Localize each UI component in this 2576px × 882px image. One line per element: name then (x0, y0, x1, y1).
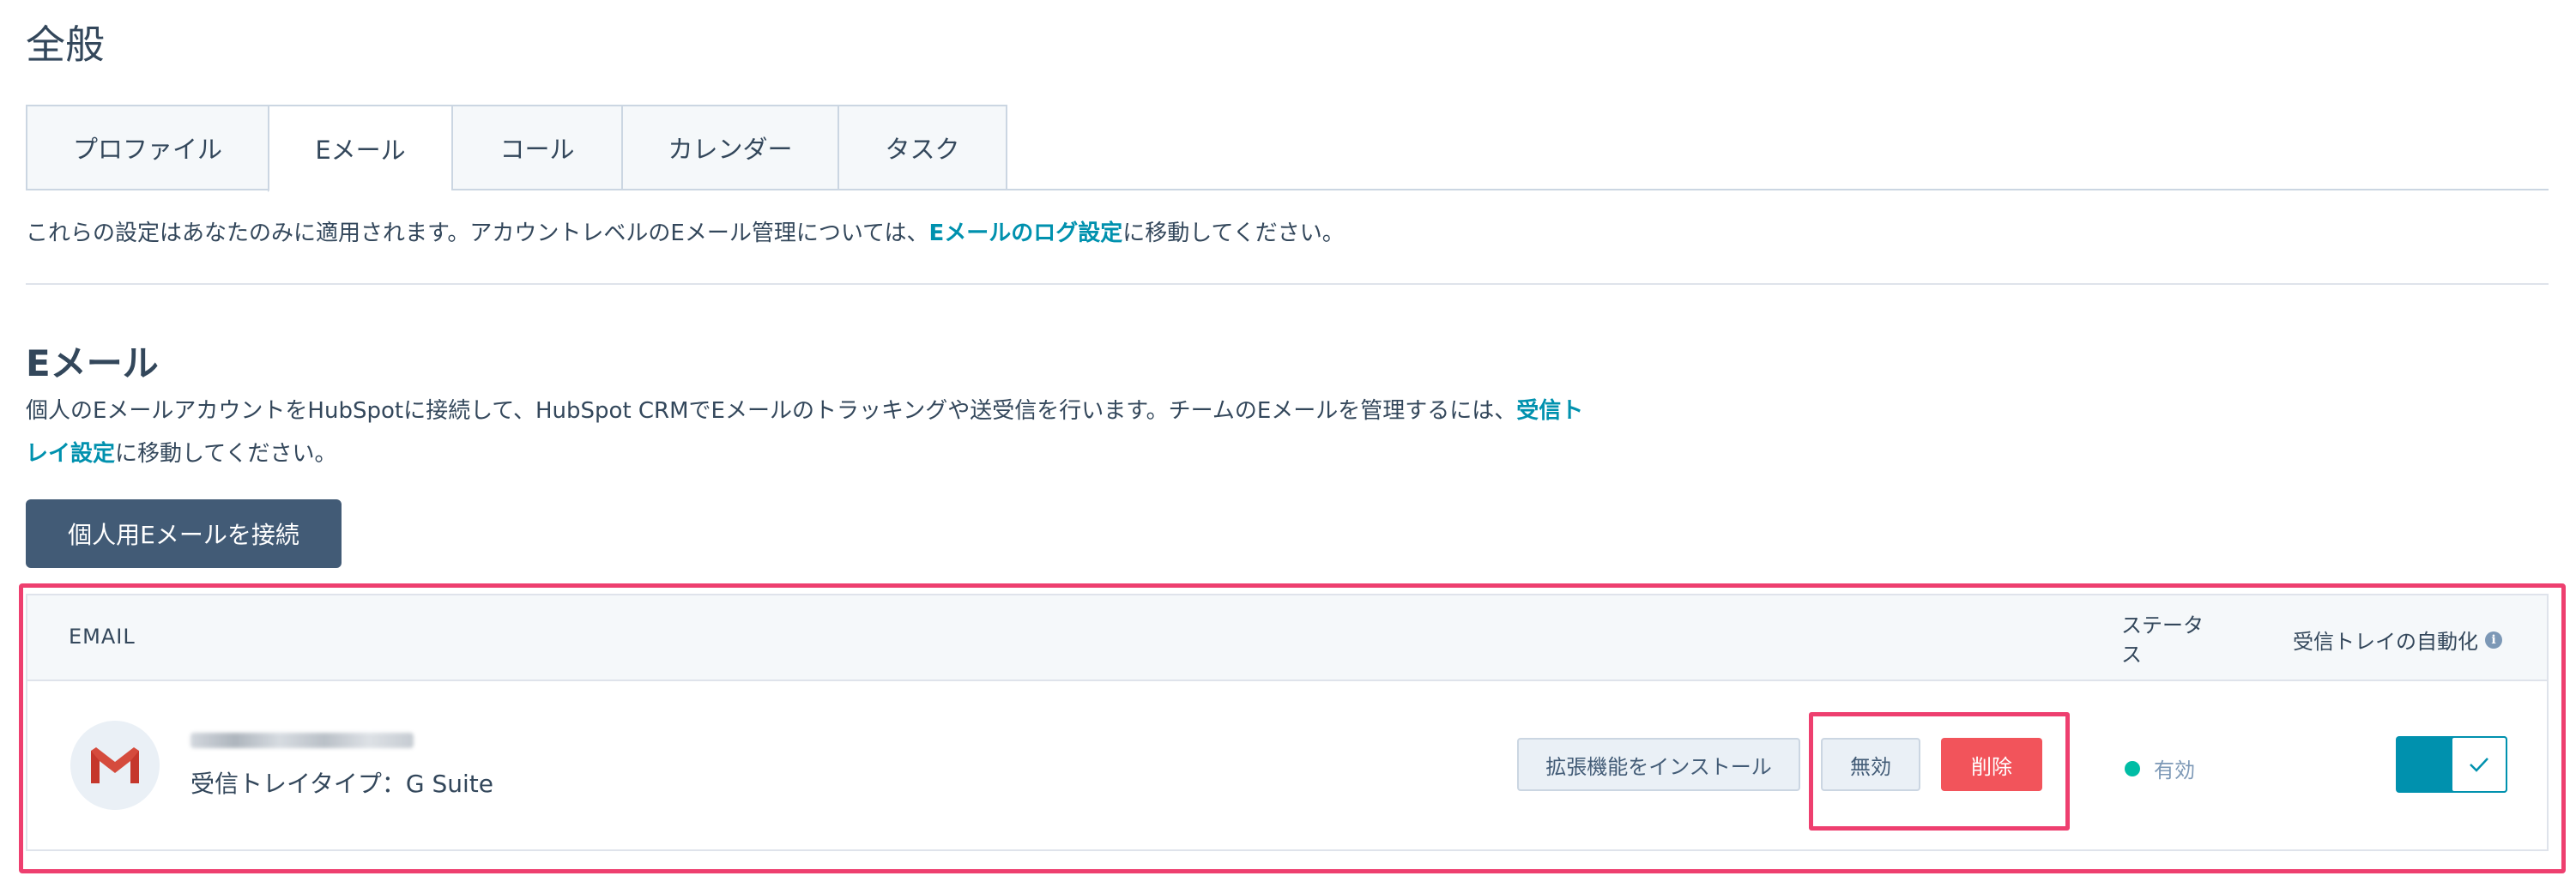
page-title: 全般 (26, 21, 105, 68)
email-address-blurred (190, 733, 414, 748)
section-divider (26, 283, 2549, 285)
column-header-automation: 受信トレイの自動化 i (2293, 625, 2502, 655)
tab-calendar[interactable]: カレンダー (621, 105, 838, 190)
tab-profile[interactable]: プロファイル (26, 105, 268, 190)
column-header-status: ステータス (2121, 613, 2204, 667)
info-icon[interactable]: i (2485, 631, 2502, 649)
email-section-title: Eメール (26, 342, 159, 384)
settings-tabs: プロファイル Eメール コール カレンダー タスク (26, 105, 1007, 192)
inbox-type-label: 受信トレイタイプ：G Suite (190, 770, 493, 798)
notice-suffix: に移動してください。 (1122, 220, 1345, 246)
status-label: 有効 (2154, 758, 2195, 782)
notice-text: これらの設定はあなたのみに適用されます。アカウントレベルのEメール管理については… (26, 220, 929, 246)
gmail-logo-icon (70, 721, 160, 810)
description-suffix: に移動してください。 (115, 441, 337, 467)
status-dot-icon (2125, 760, 2140, 776)
column-header-email: EMAIL (69, 625, 136, 649)
table-header: EMAIL ステータス 受信トレイの自動化 i (27, 595, 2547, 681)
description-text: 個人のEメールアカウントをHubSpotに接続して、HubSpot CRMでEメ… (26, 398, 1517, 424)
status-badge: 有効 (2125, 753, 2195, 783)
tab-call[interactable]: コール (451, 105, 621, 190)
disable-button[interactable]: 無効 (1821, 738, 1920, 791)
automation-header-label: 受信トレイの自動化 (2293, 630, 2478, 654)
email-log-settings-link[interactable]: Eメールのログ設定 (929, 220, 1123, 246)
inbox-automation-toggle[interactable] (2396, 736, 2507, 793)
tab-tasks[interactable]: タスク (838, 105, 1007, 190)
tab-email[interactable]: Eメール (268, 105, 451, 192)
install-extension-button[interactable]: 拡張機能をインストール (1517, 738, 1800, 791)
table-row: 受信トレイタイプ：G Suite 拡張機能をインストール 無効 削除 有効 (27, 681, 2547, 851)
email-section-description: 個人のEメールアカウントをHubSpotに接続して、HubSpot CRMでEメ… (26, 390, 1596, 475)
delete-button[interactable]: 削除 (1941, 738, 2042, 791)
check-icon (2451, 736, 2507, 793)
settings-notice: これらの設定はあなたのみに適用されます。アカウントレベルのEメール管理については… (26, 216, 1345, 251)
connect-personal-email-button[interactable]: 個人用Eメールを接続 (26, 499, 342, 568)
email-accounts-table: EMAIL ステータス 受信トレイの自動化 i 受信トレイタイプ：G Suite… (26, 594, 2549, 851)
